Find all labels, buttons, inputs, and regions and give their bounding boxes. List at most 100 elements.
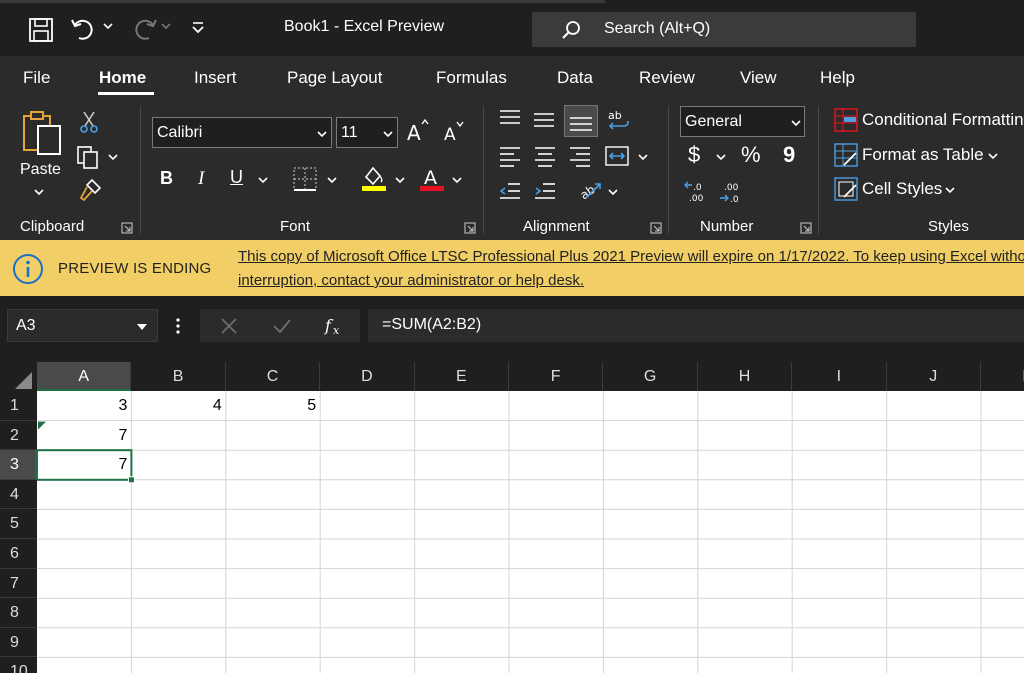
column-header-h[interactable]: H	[698, 362, 793, 391]
merge-dropdown-icon[interactable]	[638, 153, 648, 161]
conditional-formatting-button[interactable]: Conditional Formatting	[862, 110, 1024, 130]
search-box[interactable]: Search (Alt+Q)	[532, 12, 916, 47]
row-header-7[interactable]: 7	[0, 568, 37, 599]
format-painter-icon[interactable]	[78, 178, 102, 202]
increase-decimal-icon[interactable]: .0.00	[684, 180, 712, 204]
banner-message-link[interactable]: This copy of Microsoft Office LTSC Profe…	[238, 248, 1024, 265]
undo-dropdown-icon[interactable]	[103, 22, 113, 30]
column-header-i[interactable]: I	[792, 362, 887, 391]
cancel-icon[interactable]	[220, 317, 238, 335]
orientation-dropdown-icon[interactable]	[608, 188, 618, 196]
more-options-icon[interactable]	[175, 317, 181, 335]
fill-color-dropdown-icon[interactable]	[395, 176, 405, 184]
align-left-icon[interactable]	[498, 144, 522, 168]
paste-icon[interactable]	[20, 110, 64, 158]
save-icon[interactable]	[28, 17, 54, 43]
tab-view[interactable]: View	[740, 68, 777, 88]
decrease-decimal-icon[interactable]: .00.0	[718, 180, 746, 204]
column-header-e[interactable]: E	[415, 362, 509, 391]
redo-dropdown-icon[interactable]	[161, 22, 171, 30]
column-header-c[interactable]: C	[226, 362, 321, 391]
tab-review[interactable]: Review	[639, 68, 695, 88]
enter-icon[interactable]	[272, 317, 292, 335]
underline-button[interactable]: U	[230, 167, 243, 188]
customize-toolbar-icon[interactable]	[191, 21, 205, 35]
alignment-launcher-icon[interactable]	[650, 222, 662, 234]
cell-a2[interactable]: 7	[37, 421, 127, 451]
paste-label[interactable]: Paste	[20, 161, 61, 179]
tab-home[interactable]: Home	[99, 68, 146, 88]
underline-dropdown-icon[interactable]	[258, 176, 268, 184]
column-header-g[interactable]: G	[603, 362, 698, 391]
tab-file[interactable]: File	[23, 68, 50, 88]
formula-input[interactable]: =SUM(A2:B2)	[368, 309, 1024, 342]
row-header-3[interactable]: 3	[0, 450, 37, 480]
increase-indent-icon[interactable]	[533, 180, 557, 202]
row-header-4[interactable]: 4	[0, 479, 37, 510]
align-top-icon[interactable]	[498, 108, 522, 128]
font-color-dropdown-icon[interactable]	[452, 176, 462, 184]
increase-font-size-icon[interactable]: A	[405, 118, 431, 144]
row-header-8[interactable]: 8	[0, 598, 37, 628]
worksheet-grid[interactable]: ABCDEFGHIJK 12345678910 34577	[0, 362, 1024, 673]
format-as-table-icon[interactable]	[834, 143, 858, 167]
row-header-1[interactable]: 1	[0, 391, 37, 421]
merge-center-icon[interactable]	[604, 144, 630, 168]
insert-function-icon[interactable]: fx	[324, 315, 348, 337]
name-box[interactable]: A3	[7, 309, 158, 342]
format-as-table-dropdown-icon[interactable]	[988, 152, 998, 160]
align-right-icon[interactable]	[568, 144, 592, 168]
cell-b1[interactable]: 4	[131, 391, 222, 421]
column-header-d[interactable]: D	[320, 362, 415, 391]
row-header-5[interactable]: 5	[0, 509, 37, 539]
font-launcher-icon[interactable]	[464, 222, 476, 234]
redo-icon[interactable]	[130, 16, 158, 42]
italic-button[interactable]: I	[198, 168, 204, 190]
align-center-icon[interactable]	[533, 144, 557, 168]
select-all-icon[interactable]	[14, 372, 34, 390]
column-header-f[interactable]: F	[509, 362, 604, 391]
conditional-formatting-icon[interactable]	[834, 108, 858, 132]
decrease-font-size-icon[interactable]: A	[442, 120, 468, 144]
font-name-dropdown[interactable]: Calibri	[152, 117, 332, 148]
cell-c1[interactable]: 5	[226, 391, 316, 421]
orientation-icon[interactable]: ab	[578, 178, 604, 202]
currency-dropdown-icon[interactable]	[716, 153, 726, 161]
cell-a1[interactable]: 3	[37, 391, 127, 421]
undo-icon[interactable]	[70, 16, 98, 42]
tab-page-layout[interactable]: Page Layout	[287, 68, 382, 88]
align-middle-icon[interactable]	[532, 111, 556, 131]
number-launcher-icon[interactable]	[800, 222, 812, 234]
column-header-j[interactable]: J	[887, 362, 981, 391]
column-header-k[interactable]: K	[981, 362, 1024, 391]
comma-style-button[interactable]: 9	[783, 142, 795, 168]
row-header-2[interactable]: 2	[0, 420, 37, 451]
cell-a3[interactable]: 7	[37, 450, 127, 480]
column-header-b[interactable]: B	[131, 362, 226, 391]
number-format-dropdown[interactable]: General	[680, 106, 805, 137]
tab-insert[interactable]: Insert	[194, 68, 237, 88]
tab-data[interactable]: Data	[557, 68, 593, 88]
font-size-dropdown[interactable]: 11	[336, 117, 398, 148]
row-header-6[interactable]: 6	[0, 539, 37, 569]
cut-icon[interactable]	[78, 110, 100, 134]
tab-formulas[interactable]: Formulas	[436, 68, 507, 88]
tab-help[interactable]: Help	[820, 68, 855, 88]
row-header-10[interactable]: 10	[0, 657, 37, 673]
format-as-table-button[interactable]: Format as Table	[862, 145, 984, 165]
bold-button[interactable]: B	[160, 168, 173, 189]
font-color-icon[interactable]: A	[418, 164, 446, 192]
align-bottom-icon[interactable]	[564, 105, 598, 137]
cell-styles-button[interactable]: Cell Styles	[862, 179, 942, 199]
cell-styles-dropdown-icon[interactable]	[945, 186, 955, 194]
copy-dropdown-icon[interactable]	[108, 153, 118, 161]
row-header-9[interactable]: 9	[0, 627, 37, 658]
borders-dropdown-icon[interactable]	[327, 176, 337, 184]
banner-message-link-line2[interactable]: interruption, contact your administrator…	[238, 272, 584, 289]
fill-color-icon[interactable]	[360, 164, 388, 192]
borders-icon[interactable]	[292, 166, 318, 192]
chevron-down-icon[interactable]	[136, 323, 148, 331]
cell-styles-icon[interactable]	[834, 177, 858, 201]
decrease-indent-icon[interactable]	[498, 180, 522, 202]
wrap-text-icon[interactable]: ab	[606, 108, 632, 134]
